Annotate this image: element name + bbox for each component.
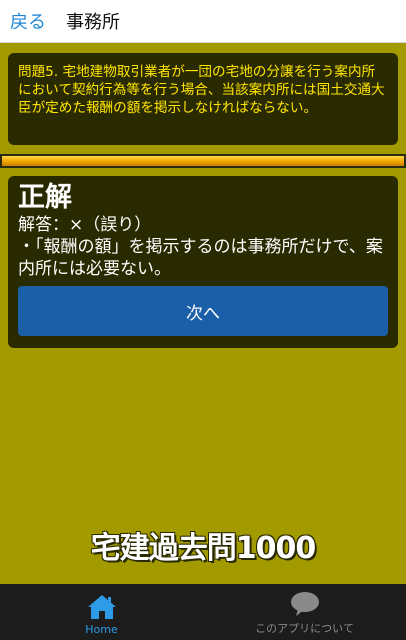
nav-about[interactable]: このアプリについて [203,584,406,640]
back-button[interactable]: 戻る [10,8,46,34]
explanation-text: ・「報酬の額」を掲示するのは事務所だけで、案内所には必要ない。 [18,237,383,279]
page-title: 事務所 [66,12,120,33]
question-panel: 問題5. 宅地建物取引業者が一団の宅地の分譲を行う案内所において契約行為等を行う… [8,53,398,145]
progress-track [2,156,404,166]
nav-about-label: このアプリについて [255,622,354,635]
app-title: 宅建過去問1000 [90,531,317,566]
progress-fill [2,156,404,166]
question-text: 問題5. 宅地建物取引業者が一団の宅地の分譲を行う案内所において契約行為等を行う… [18,64,385,116]
chat-bubble-icon [290,592,319,616]
nav-home[interactable]: Home [0,584,203,640]
nav-home-label: Home [85,623,118,636]
next-button[interactable]: 次へ [18,286,388,336]
home-icon [87,595,116,619]
bottom-navigation: Home このアプリについて [0,584,406,640]
top-bar: 戻る 事務所 [0,0,406,43]
answer-label: 解答：×（誤り） [18,215,152,235]
progress-bar [0,154,406,168]
result-title: 正解 [18,182,72,213]
answer-panel: 正解 解答：×（誤り） ・「報酬の額」を掲示するのは事務所だけで、案内所には必要… [8,176,398,348]
